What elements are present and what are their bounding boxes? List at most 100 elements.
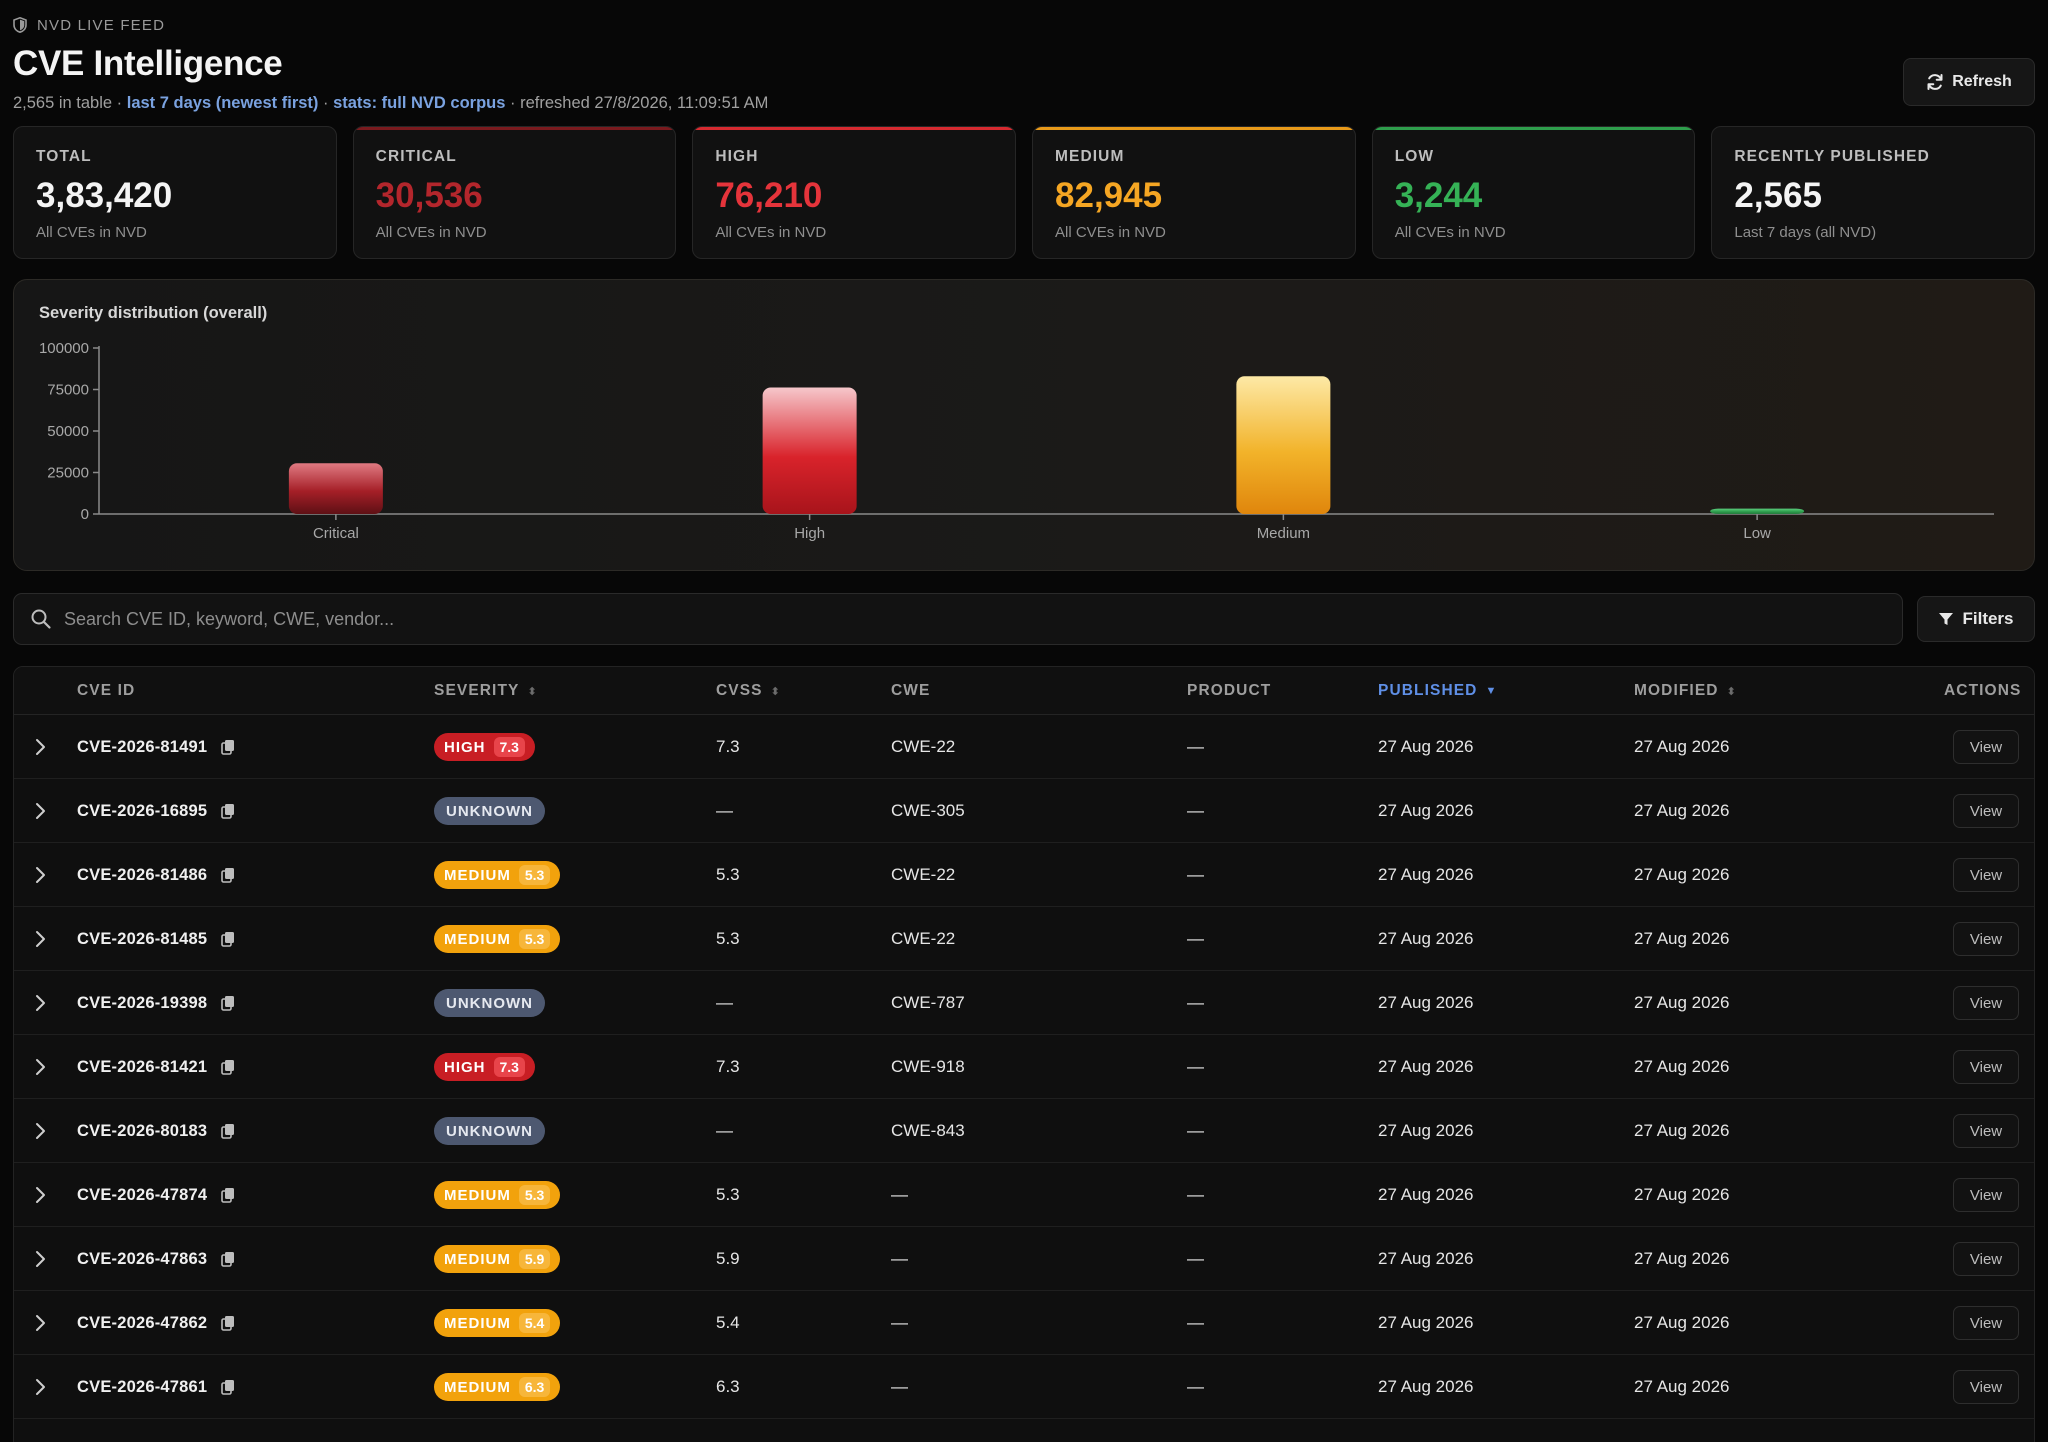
stat-label: MEDIUM [1055,148,1125,165]
copy-icon[interactable] [221,995,235,1011]
copy-icon[interactable] [221,739,235,755]
table-row[interactable]: CVE-2026-47861 MEDIUM 6.3 6.3 — — 27 Aug 2026 2… [14,1355,2034,1419]
copy-icon[interactable] [221,1251,235,1267]
cve-id-link[interactable]: CVE-2026-19398 [77,994,207,1013]
modified-cell: 27 Aug 2026 [1634,1313,1730,1332]
cwe-cell: CWE-787 [891,993,965,1012]
expand-row-button[interactable] [34,971,46,1035]
product-cell: — [1187,1377,1204,1396]
table-row[interactable]: CVE-2026-81491 HIGH 7.3 7.3 CWE-22 — 27 Aug 20… [14,715,2034,779]
view-button[interactable]: View [1953,1306,2019,1340]
copy-icon[interactable] [221,803,235,819]
copy-icon[interactable] [221,867,235,883]
expand-row-button[interactable] [34,1291,46,1355]
cve-id-link[interactable]: CVE-2026-81485 [77,930,207,949]
view-button[interactable]: View [1953,1178,2019,1212]
expand-row-button[interactable] [34,1355,46,1419]
severity-score: 5.4 [518,1313,551,1333]
view-button[interactable]: View [1953,1050,2019,1084]
expand-row-button[interactable] [34,1099,46,1163]
refresh-icon [1927,74,1943,90]
column-header-published[interactable]: PUBLISHED ▼ [1378,667,1496,715]
table-row[interactable]: CVE-2026-16895 UNKNOWN — CWE-305 — 27 Aug 202… [14,779,2034,843]
refreshed-text: · refreshed 27/8/2026, 11:09:51 AM [505,94,769,112]
table-row[interactable]: CVE-2026-47862 MEDIUM 5.4 5.4 — — 27 Aug 2026 2… [14,1291,2034,1355]
cve-id-link[interactable]: CVE-2026-80183 [77,1122,207,1141]
severity-cell: HIGH 7.3 [434,1035,535,1099]
bar-medium [1236,376,1331,514]
cve-id-link[interactable]: CVE-2026-81421 [77,1058,207,1077]
column-header-severity[interactable]: SEVERITY ⬍ [434,667,537,715]
view-button[interactable]: View [1953,794,2019,828]
cve-id-link[interactable]: CVE-2026-47863 [77,1250,207,1269]
copy-icon[interactable] [221,1059,235,1075]
modified-cell: 27 Aug 2026 [1634,1121,1730,1140]
column-header-cve-id[interactable]: CVE ID [77,667,135,715]
severity-label: MEDIUM [444,930,511,948]
search-box[interactable] [13,593,1903,645]
expand-row-button[interactable] [34,1227,46,1291]
table-row[interactable]: CVE-2026-47863 MEDIUM 5.9 5.9 — — 27 Aug 2026 2… [14,1227,2034,1291]
copy-icon[interactable] [221,1123,235,1139]
copy-icon[interactable] [221,1187,235,1203]
column-header-cvss[interactable]: CVSS ⬍ [716,667,780,715]
expand-row-button[interactable] [34,1163,46,1227]
view-button[interactable]: View [1953,986,2019,1020]
severity-cell: MEDIUM 5.3 [434,907,561,971]
cve-id-cell: CVE-2026-81486 [77,843,235,907]
refresh-button[interactable]: Refresh [1903,58,2035,106]
product-cell: — [1187,1313,1204,1332]
expand-row-button[interactable] [34,843,46,907]
published-cell: 27 Aug 2026 [1378,1313,1474,1332]
expand-row-button[interactable] [34,715,46,779]
severity-cell: UNKNOWN [434,971,545,1035]
expand-row-button[interactable] [34,779,46,843]
expand-row-button[interactable] [34,907,46,971]
copy-icon[interactable] [221,931,235,947]
table-header: CVE ID SEVERITY ⬍ CVSS ⬍ CWE PRODUCT PUBLI… [14,667,2034,715]
cve-id-link[interactable]: CVE-2026-81491 [77,738,207,757]
view-button[interactable]: View [1953,858,2019,892]
published-cell: 27 Aug 2026 [1378,737,1474,756]
severity-score: 6.3 [518,1377,551,1397]
y-tick-label: 100000 [39,340,89,357]
chevron-right-icon [36,1379,45,1395]
severity-cell: MEDIUM 6.3 [434,1355,561,1419]
view-button[interactable]: View [1953,1370,2019,1404]
copy-icon[interactable] [221,1379,235,1395]
modified-cell: 27 Aug 2026 [1634,801,1730,820]
card-accent [693,127,1016,130]
cvss-cell: 5.3 [716,865,740,884]
table-row[interactable]: CVE-2026-81486 MEDIUM 5.3 5.3 CWE-22 — 27 Aug … [14,843,2034,907]
cve-id-cell: CVE-2026-81491 [77,715,235,779]
filters-label: Filters [1962,609,2014,628]
copy-icon[interactable] [221,1315,235,1331]
table-row[interactable]: CVE-2026-47874 MEDIUM 5.3 5.3 — — 27 Aug 2026 2… [14,1163,2034,1227]
table-row[interactable]: CVE-2026-19398 UNKNOWN — CWE-787 — 27 Aug 202… [14,971,2034,1035]
expand-row-button[interactable] [34,1035,46,1099]
view-button[interactable]: View [1953,730,2019,764]
table-row[interactable]: CVE-2026-80183 UNKNOWN — CWE-843 — 27 Aug 202… [14,1099,2034,1163]
cve-id-link[interactable]: CVE-2026-81486 [77,866,207,885]
x-tick-label: High [794,525,825,542]
cve-id-link[interactable]: CVE-2026-47861 [77,1378,207,1397]
actions-cell: View [1953,779,2019,843]
table-row[interactable]: CVE-2026-81485 MEDIUM 5.3 5.3 CWE-22 — 27 Aug … [14,907,2034,971]
sort-icon: ⬍ [1726,685,1736,698]
chevron-right-icon [36,1059,45,1075]
product-cell: — [1187,1185,1204,1204]
view-button[interactable]: View [1953,1114,2019,1148]
cve-id-link[interactable]: CVE-2026-47862 [77,1314,207,1333]
column-header-modified[interactable]: MODIFIED ⬍ [1634,667,1736,715]
cve-id-link[interactable]: CVE-2026-47874 [77,1186,207,1205]
view-button[interactable]: View [1953,922,2019,956]
search-input[interactable] [64,608,1844,630]
cwe-cell: — [891,1377,908,1396]
severity-badge: HIGH 7.3 [434,733,535,761]
table-row[interactable]: CVE-2026-81421 HIGH 7.3 7.3 CWE-918 — 27 Aug 2… [14,1035,2034,1099]
chevron-right-icon [36,1187,45,1203]
filters-button[interactable]: Filters [1917,596,2035,642]
cve-id-link[interactable]: CVE-2026-16895 [77,802,207,821]
view-button[interactable]: View [1953,1242,2019,1276]
cve-id-cell: CVE-2026-47863 [77,1227,235,1291]
